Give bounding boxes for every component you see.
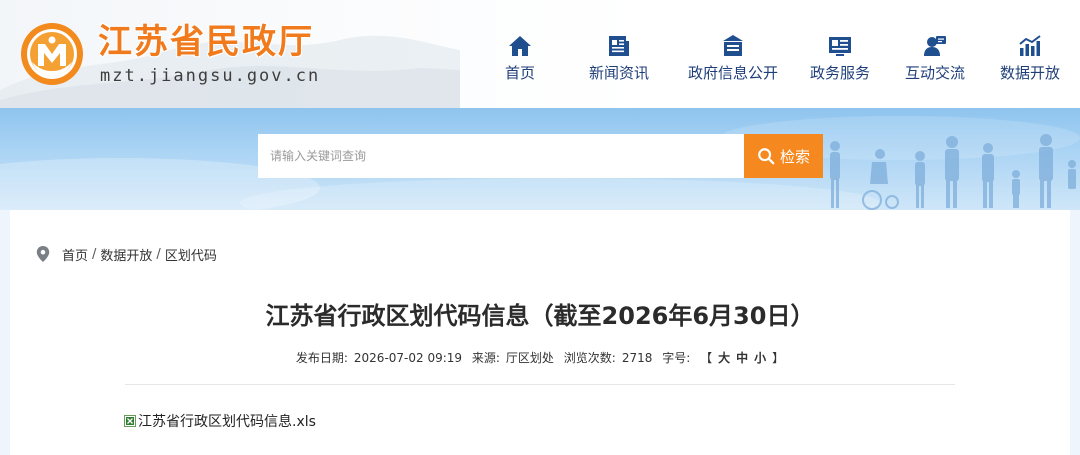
bracket-open: 【	[700, 351, 713, 365]
views-count: 2718	[621, 351, 653, 365]
site-domain: mzt.jiangsu.gov.cn	[100, 66, 321, 86]
breadcrumb-item-division-code[interactable]: 区划代码	[165, 245, 217, 264]
font-size-medium-button[interactable]: 中	[736, 351, 748, 365]
gov-info-icon	[723, 35, 743, 56]
attachment-link[interactable]: 江苏省行政区划代码信息.xls	[124, 411, 316, 431]
article-meta: 发布日期: 2026-07-02 09:19 来源: 厅区划处 浏览次数: 2718 …	[10, 350, 1070, 366]
publish-date: 2026-07-02 09:19	[353, 351, 463, 365]
nav-item-label: 首页	[504, 64, 535, 82]
main-nav: 首页 新闻资讯 政府信息公开 政务服务 互动交流 数据开放	[490, 34, 1070, 94]
location-pin-icon	[36, 246, 50, 262]
search-button-label: 检索	[779, 147, 810, 166]
article-title: 江苏省行政区划代码信息（截至2026年6月30日）	[265, 302, 815, 330]
civil-affairs-emblem-icon[interactable]	[20, 22, 84, 86]
breadcrumb-separator: /	[156, 246, 161, 262]
excel-file-icon	[124, 415, 136, 427]
font-size-small-button[interactable]: 小	[754, 351, 766, 365]
font-size-large-button[interactable]: 大	[718, 351, 730, 365]
breadcrumb: 首页 / 数据开放 / 区划代码	[36, 244, 217, 264]
nav-item-gov-info[interactable]: 政府信息公开	[674, 34, 792, 94]
bracket-close: 】	[772, 351, 785, 365]
service-icon	[829, 37, 851, 56]
nav-item-label: 互动交流	[904, 64, 965, 82]
site-header: 江苏省民政厅 mzt.jiangsu.gov.cn 首页 新闻资讯 政府信息公开…	[0, 0, 1080, 108]
news-icon	[609, 36, 629, 56]
nav-item-service[interactable]: 政务服务	[800, 34, 880, 94]
nav-item-interaction[interactable]: 互动交流	[895, 34, 975, 94]
site-title[interactable]: 江苏省民政厅	[98, 22, 314, 62]
article-panel: 首页 / 数据开放 / 区划代码 江苏省行政区划代码信息（截至2026年6月30…	[10, 210, 1070, 455]
breadcrumb-separator: /	[92, 246, 97, 262]
nav-item-data-open[interactable]: 数据开放	[990, 34, 1070, 94]
interaction-icon	[924, 36, 946, 56]
breadcrumb-item-home[interactable]: 首页	[62, 245, 88, 264]
nav-item-label: 政府信息公开	[687, 64, 778, 82]
attachment-filename: 江苏省行政区划代码信息.xls	[138, 414, 316, 430]
search-button[interactable]: 检索	[744, 134, 823, 178]
font-size-label: 字号:	[662, 351, 691, 365]
people-silhouette-decoration	[830, 134, 1076, 210]
source-value: 厅区划处	[505, 351, 554, 365]
nav-item-label: 政务服务	[809, 64, 870, 82]
nav-item-news[interactable]: 新闻资讯	[568, 34, 670, 94]
nav-item-label: 新闻资讯	[588, 64, 649, 82]
nav-item-label: 数据开放	[999, 64, 1060, 82]
search-banner: 检索	[0, 108, 1080, 210]
source-label: 来源:	[471, 351, 500, 365]
home-icon	[509, 36, 531, 56]
meta-divider	[125, 384, 955, 385]
publish-date-label: 发布日期:	[295, 351, 348, 365]
search-icon	[758, 148, 775, 165]
data-chart-icon	[1019, 35, 1041, 56]
breadcrumb-item-data-open[interactable]: 数据开放	[100, 245, 152, 264]
views-label: 浏览次数:	[563, 351, 616, 365]
nav-item-home[interactable]: 首页	[490, 34, 550, 94]
search-input[interactable]	[258, 134, 744, 178]
